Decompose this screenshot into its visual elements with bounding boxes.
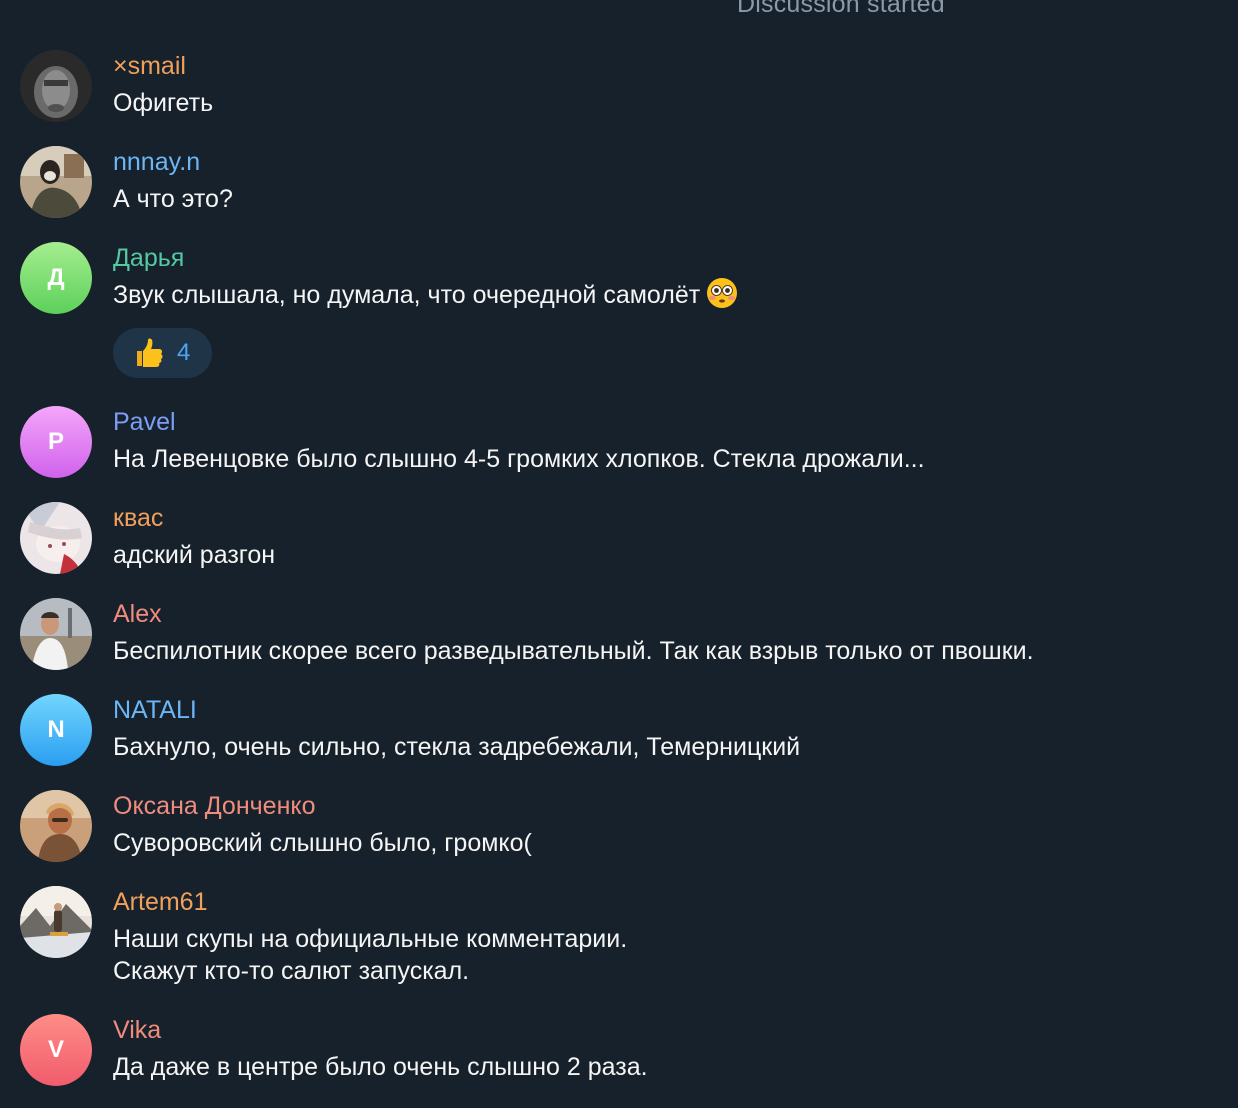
- author-name[interactable]: NATALI: [113, 695, 197, 725]
- author-name[interactable]: Vika: [113, 1015, 161, 1045]
- message-text: Да даже в центре было очень слышно 2 раз…: [113, 1051, 648, 1083]
- message-text: Бахнуло, очень сильно, стекла задребежал…: [113, 731, 800, 763]
- avatar-photo: [20, 598, 92, 670]
- service-message: Discussion started: [737, 0, 945, 18]
- author-name[interactable]: Дарья: [113, 243, 184, 273]
- avatar-photo: [20, 886, 92, 958]
- author-name[interactable]: квас: [113, 503, 163, 533]
- message-line: Офигеть: [113, 89, 214, 117]
- thumbs-up-emoji: [137, 338, 163, 367]
- avatar[interactable]: N: [20, 694, 92, 766]
- author-name[interactable]: ×smail: [113, 51, 186, 81]
- avatar[interactable]: Д: [20, 242, 92, 314]
- message-line: Да даже в центре было очень слышно 2 раз…: [113, 1053, 648, 1081]
- avatar-initial: P: [47, 428, 64, 455]
- message-line: А что это?: [113, 185, 233, 213]
- message-text: Беспилотник скорее всего разведывательны…: [113, 635, 1034, 667]
- avatar-photo: [20, 790, 92, 862]
- avatar-photo: [20, 502, 92, 574]
- avatar-initial: Д: [47, 264, 65, 291]
- message-line: Звук слышала, но думала, что очередной с…: [113, 281, 701, 309]
- message-line: На Левенцовке было слышно 4-5 громких хл…: [113, 445, 925, 473]
- message-line: Наши скупы на официальные комментарии.: [113, 925, 628, 953]
- author-name[interactable]: nnnay.n: [113, 147, 200, 177]
- message-text: адский разгон: [113, 539, 275, 571]
- author-name[interactable]: Оксана Донченко: [113, 791, 316, 821]
- message-line: Суворовский слышно было, громко(: [113, 829, 532, 857]
- author-name[interactable]: Alex: [113, 599, 162, 629]
- reaction-count: 4: [177, 339, 191, 366]
- avatar-initial: N: [47, 716, 65, 743]
- message-text: Офигеть: [113, 87, 213, 119]
- avatar[interactable]: [20, 886, 92, 958]
- avatar-initial: V: [47, 1036, 64, 1063]
- author-name[interactable]: Pavel: [113, 407, 176, 437]
- avatar[interactable]: [20, 502, 92, 574]
- avatar[interactable]: P: [20, 406, 92, 478]
- message-text: Звук слышала, но думала, что очередной с…: [113, 278, 738, 311]
- message-line: адский разгон: [113, 541, 276, 569]
- message-line: Скажут кто-то салют запускал.: [113, 957, 470, 985]
- message-line: Беспилотник скорее всего разведывательны…: [113, 637, 1034, 665]
- avatar-photo: [20, 50, 92, 122]
- discussion-chat: Discussion started ×smail Офигеть nnnay.…: [0, 0, 1238, 1108]
- avatar[interactable]: [20, 50, 92, 122]
- avatar[interactable]: [20, 146, 92, 218]
- message-text: А что это?: [113, 183, 233, 215]
- message-line: Бахнуло, очень сильно, стекла задребежал…: [113, 733, 801, 761]
- avatar[interactable]: V: [20, 1014, 92, 1086]
- avatar-photo: [20, 146, 92, 218]
- flushed-face-emoji: [707, 278, 738, 309]
- author-name[interactable]: Artem61: [113, 887, 207, 917]
- message-text: Наши скупы на официальные комментарии. С…: [113, 923, 627, 987]
- message-text: На Левенцовке было слышно 4-5 громких хл…: [113, 443, 925, 475]
- message-text: Суворовский слышно было, громко(: [113, 827, 532, 859]
- avatar[interactable]: [20, 598, 92, 670]
- reaction-button[interactable]: 4: [113, 328, 212, 378]
- avatar[interactable]: [20, 790, 92, 862]
